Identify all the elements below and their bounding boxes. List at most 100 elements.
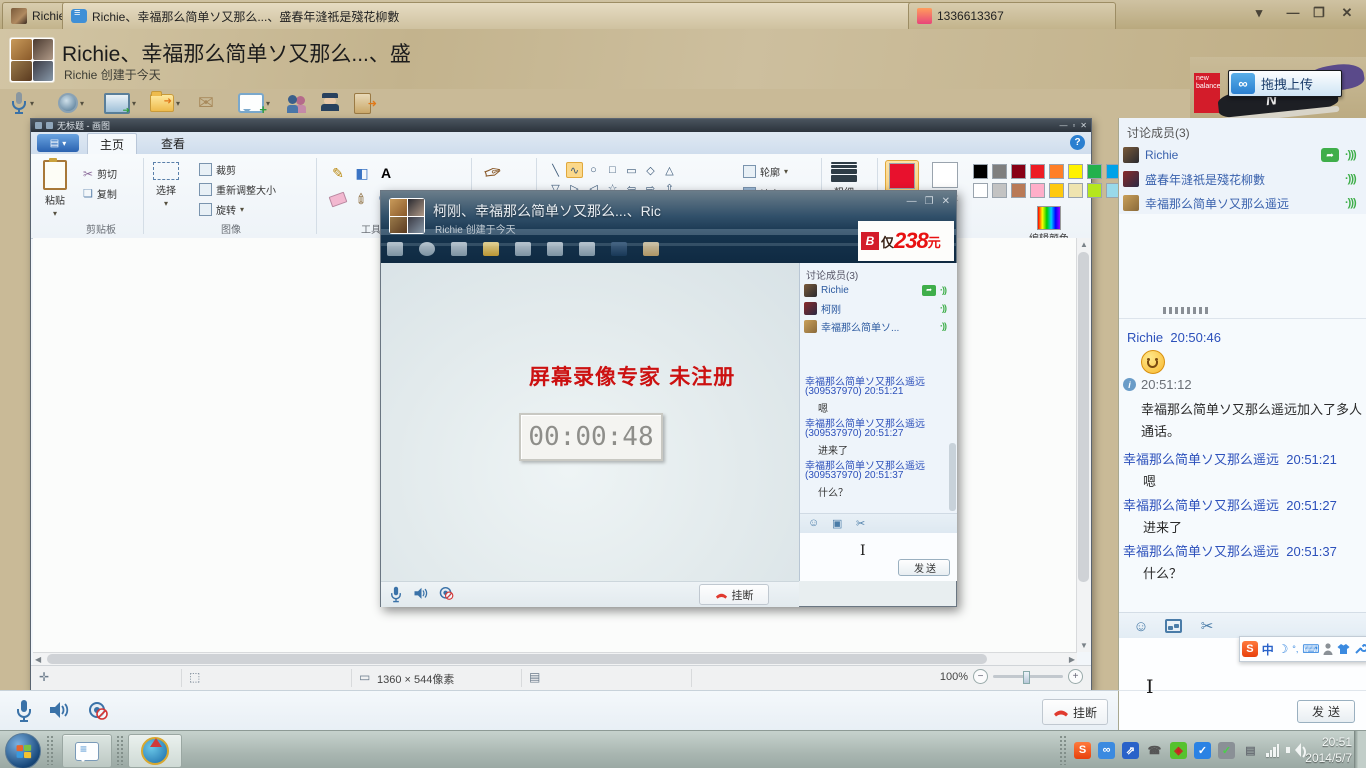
network-signal-icon[interactable] bbox=[1266, 743, 1279, 757]
text-tool[interactable]: A bbox=[375, 162, 397, 184]
image-button[interactable]: ▣ bbox=[832, 517, 842, 530]
screenshot-scissors-button[interactable]: ✂ bbox=[856, 517, 865, 530]
palette-color[interactable] bbox=[1068, 164, 1083, 179]
screen-share-icon[interactable]: ➦ bbox=[1321, 148, 1339, 162]
tray-network-icon[interactable]: ◈ bbox=[1170, 742, 1187, 759]
palette-color[interactable] bbox=[992, 183, 1007, 198]
member-row[interactable]: Richie ➦ ·))) bbox=[1123, 144, 1363, 166]
webcam-icon[interactable] bbox=[419, 242, 435, 256]
taskbar-app-chat[interactable] bbox=[62, 734, 112, 768]
palette-color[interactable] bbox=[1049, 164, 1064, 179]
member-row[interactable]: Richie ➦ ·)) bbox=[804, 281, 954, 299]
chinese-mode-icon[interactable]: 中 bbox=[1262, 641, 1274, 658]
screenshot-scissors-button[interactable]: ✂ bbox=[1197, 617, 1217, 635]
scrollbar-thumb[interactable] bbox=[1078, 252, 1089, 582]
palette-color[interactable] bbox=[973, 164, 988, 179]
file-transfer-button[interactable]: ▾ bbox=[146, 90, 184, 116]
scroll-up-arrow[interactable]: ▲ bbox=[1080, 240, 1088, 249]
hangup-button[interactable]: 挂断 bbox=[1042, 699, 1108, 725]
member-row[interactable]: 柯刚 ·)) bbox=[804, 299, 954, 317]
copy-button[interactable]: ❏ 复制 bbox=[83, 186, 117, 201]
moon-icon[interactable]: ☽ bbox=[1278, 642, 1289, 656]
group-avatar[interactable] bbox=[9, 37, 55, 83]
shape-tool[interactable]: □ bbox=[604, 162, 621, 178]
sogou-tray-icon[interactable]: S bbox=[1074, 742, 1091, 759]
drag-upload-button[interactable]: ∞ 拖拽上传 bbox=[1228, 70, 1342, 97]
tray-shield-arrow-icon[interactable]: ⇗ bbox=[1122, 742, 1139, 759]
palette-color[interactable] bbox=[1030, 164, 1045, 179]
scroll-right-arrow[interactable]: ▶ bbox=[1069, 655, 1075, 664]
taskbar-app-recorder[interactable] bbox=[128, 734, 182, 768]
people-icon[interactable] bbox=[579, 242, 595, 256]
shirt-icon[interactable] bbox=[1337, 643, 1350, 655]
volume-icon[interactable] bbox=[1286, 743, 1302, 757]
crop-button[interactable]: 裁剪 bbox=[199, 162, 236, 177]
tab-view[interactable]: 查看 bbox=[149, 133, 197, 154]
wrench-icon[interactable] bbox=[1354, 643, 1366, 655]
invite-members-button[interactable] bbox=[282, 90, 314, 116]
select-button[interactable]: 选择 ▾ bbox=[153, 162, 179, 208]
folder-icon[interactable] bbox=[483, 242, 499, 256]
pencil-tool[interactable]: ✎ bbox=[327, 162, 349, 184]
palette-color[interactable] bbox=[1011, 183, 1026, 198]
palette-color[interactable] bbox=[1030, 183, 1045, 198]
fill-tool[interactable]: ◧ bbox=[351, 162, 373, 184]
window-menu-button[interactable]: ▾ bbox=[1246, 3, 1272, 22]
restore-button[interactable]: ❐ bbox=[1306, 3, 1332, 22]
palette-color[interactable] bbox=[992, 164, 1007, 179]
horizontal-scrollbar[interactable]: ◀ ▶ bbox=[33, 652, 1077, 666]
tab-number-chat[interactable]: 1336613367 bbox=[908, 2, 1116, 29]
screen-share-button[interactable]: ▾ bbox=[100, 90, 140, 116]
scroll-down-arrow[interactable]: ▼ bbox=[1080, 641, 1088, 650]
member-row[interactable]: 幸福那么简单ソ又那么遥远 ·))) bbox=[1123, 192, 1363, 214]
leave-group-button[interactable] bbox=[350, 90, 375, 116]
shape-outline-button[interactable]: 轮廓 ▾ bbox=[743, 164, 788, 179]
video-restore-button[interactable]: ❐ bbox=[925, 196, 934, 207]
palette-color[interactable] bbox=[1049, 183, 1064, 198]
scrollbar-thumb[interactable] bbox=[949, 443, 956, 511]
sogou-logo-icon[interactable]: S bbox=[1242, 641, 1258, 657]
zoom-in-button[interactable]: + bbox=[1068, 669, 1083, 684]
paint-close-button[interactable]: ✕ bbox=[1080, 121, 1087, 130]
tab-group-chat[interactable]: Richie、幸福那么简单ソ又那么...、盛春年漨祇是殘花柳數 bbox=[62, 2, 922, 29]
quick-access-icon[interactable] bbox=[35, 122, 42, 129]
paste-button[interactable]: 粘贴 ▾ bbox=[43, 160, 67, 218]
keyboard-icon[interactable]: ⌨ bbox=[1302, 642, 1319, 656]
tray-shield-check-icon[interactable]: ✓ bbox=[1194, 742, 1211, 759]
camera-off-button[interactable] bbox=[439, 586, 455, 606]
taskbar-clock[interactable]: 20:51 2014/5/7 bbox=[1305, 734, 1352, 766]
paint-restore-button[interactable]: ▫ bbox=[1072, 121, 1075, 130]
police-icon[interactable] bbox=[611, 242, 627, 256]
send-button[interactable]: 发送 bbox=[898, 559, 950, 576]
shape-tool[interactable]: ○ bbox=[585, 162, 602, 178]
send-button[interactable]: 发送 bbox=[1297, 700, 1355, 723]
tray-usb-icon[interactable]: ✓ bbox=[1218, 742, 1235, 759]
video-window-ad[interactable]: B 仅 238 元 bbox=[858, 221, 954, 261]
screen-share-icon[interactable] bbox=[451, 242, 467, 256]
shape-tool[interactable]: ╲ bbox=[547, 162, 564, 178]
member-row[interactable]: 幸福那么简单ソ... ·)) bbox=[804, 317, 954, 335]
person-icon[interactable] bbox=[1323, 643, 1333, 656]
scrollbar-thumb[interactable] bbox=[47, 654, 987, 664]
create-chat-button[interactable]: ▾ bbox=[234, 90, 274, 116]
speaker-button[interactable] bbox=[48, 701, 72, 726]
exit-door-icon[interactable] bbox=[643, 242, 659, 256]
paint-menu-button[interactable]: ▤▾ bbox=[37, 134, 79, 152]
shape-tool[interactable]: ◇ bbox=[642, 162, 659, 178]
palette-color[interactable] bbox=[973, 183, 988, 198]
chat-plus-icon[interactable] bbox=[547, 242, 563, 256]
zoom-out-button[interactable]: − bbox=[973, 669, 988, 684]
quick-access-icon[interactable] bbox=[46, 122, 53, 129]
vertical-scrollbar[interactable]: ▲ ▼ bbox=[1076, 238, 1091, 652]
start-button[interactable] bbox=[5, 733, 41, 768]
cut-button[interactable]: ✂ 剪切 bbox=[83, 166, 117, 181]
image-button[interactable] bbox=[1163, 617, 1183, 635]
scroll-left-arrow[interactable]: ◀ bbox=[35, 655, 41, 664]
report-button[interactable] bbox=[318, 90, 342, 116]
palette-color[interactable] bbox=[1011, 164, 1026, 179]
video-call-button[interactable]: ▾ bbox=[54, 90, 88, 116]
mute-mic-button[interactable] bbox=[14, 699, 34, 728]
show-desktop-button[interactable] bbox=[1354, 731, 1366, 768]
emoji-button[interactable]: ☺ bbox=[808, 517, 819, 529]
palette-color[interactable] bbox=[1087, 183, 1102, 198]
